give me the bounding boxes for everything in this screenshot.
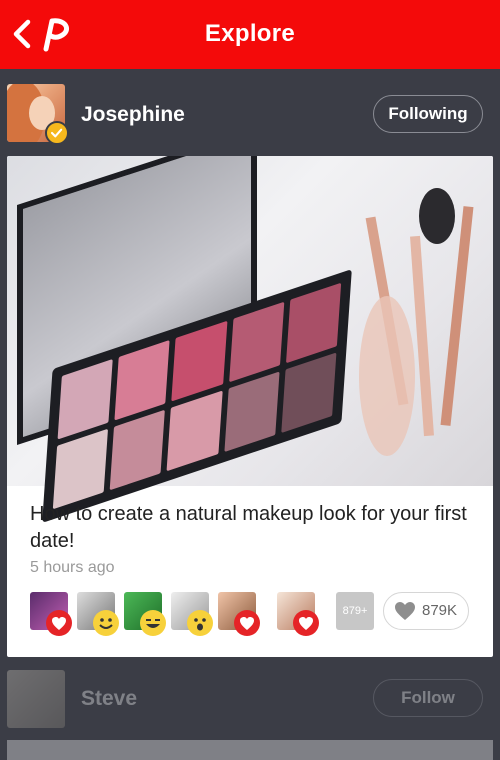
page-title: Explore: [204, 20, 296, 47]
heart-icon: [46, 610, 72, 636]
wow-emoji-icon: [187, 610, 213, 636]
like-button[interactable]: 879K: [383, 592, 469, 630]
post-caption[interactable]: How to create a natural makeup look for …: [30, 501, 470, 555]
follow-button[interactable]: Follow: [373, 679, 483, 717]
next-post-card[interactable]: [7, 740, 493, 760]
author-name[interactable]: Josephine: [81, 103, 185, 127]
heart-icon: [234, 610, 260, 636]
smile-emoji-icon: [93, 610, 119, 636]
author-name[interactable]: Steve: [81, 687, 137, 711]
post-card[interactable]: How to create a natural makeup look for …: [7, 156, 493, 657]
more-reactions-badge[interactable]: 879+: [336, 592, 374, 630]
heart-icon: [395, 602, 415, 620]
following-button[interactable]: Following: [373, 95, 483, 133]
heart-icon: [293, 610, 319, 636]
post-author: Josephine Following: [0, 69, 500, 157]
post-image[interactable]: [7, 156, 493, 523]
makeup-brushes: [359, 188, 474, 456]
like-count: 879K: [422, 602, 458, 619]
top-bar: Explore: [0, 0, 500, 69]
verified-check-icon: [45, 121, 69, 145]
post-time: 5 hours ago: [30, 559, 115, 576]
grin-emoji-icon: [140, 610, 166, 636]
avatar[interactable]: [7, 670, 65, 728]
